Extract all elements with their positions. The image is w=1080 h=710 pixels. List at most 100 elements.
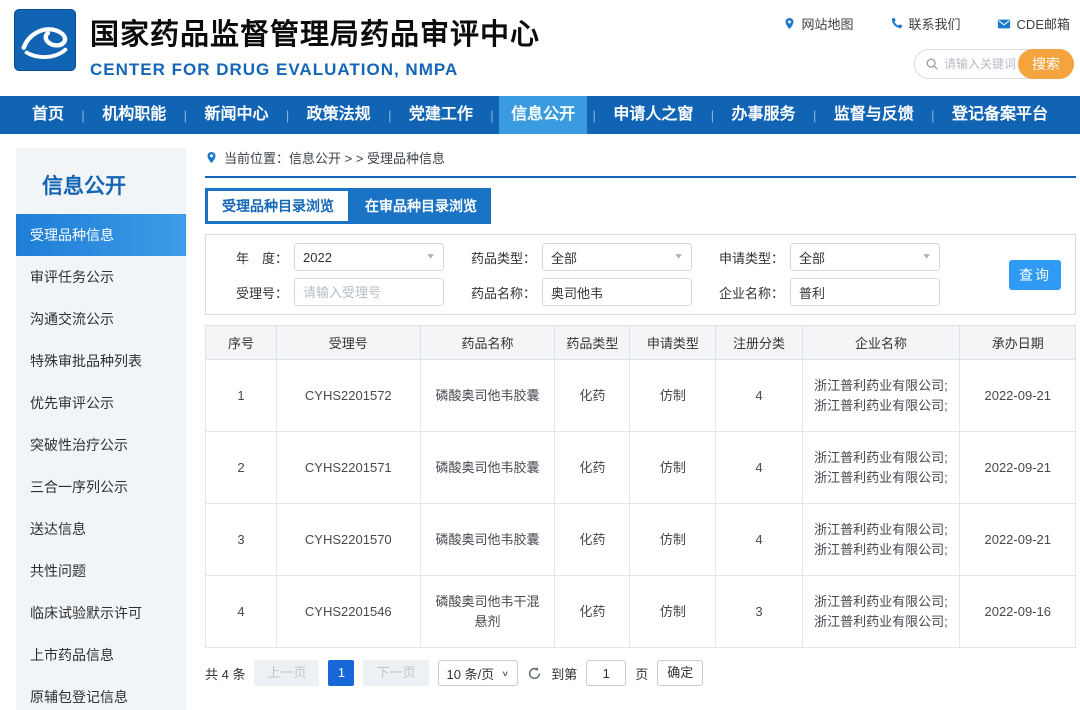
table-cell: 磷酸奥司他韦胶囊 <box>420 504 555 576</box>
breadcrumb-pin-icon <box>205 151 218 164</box>
search-input[interactable] <box>944 57 1020 71</box>
confirm-button[interactable]: 确定 <box>657 660 703 686</box>
sidebar-item-10[interactable]: 临床试验默示许可 <box>16 592 186 634</box>
current-page-button[interactable]: 1 <box>328 660 354 686</box>
table-cell: 仿制 <box>630 576 716 648</box>
nav-item-3[interactable]: 新闻中心 <box>192 96 280 134</box>
column-header-2: 受理号 <box>276 326 420 360</box>
main-nav: 首页|机构职能|新闻中心|政策法规|党建工作|信息公开|申请人之窗|办事服务|监… <box>0 96 1080 134</box>
apply-type-select[interactable]: 全部 ▼ <box>790 243 940 271</box>
table-cell: 磷酸奥司他韦胶囊 <box>420 360 555 432</box>
column-header-3: 药品名称 <box>420 326 555 360</box>
table-cell: 化药 <box>555 576 630 648</box>
nav-separator: | <box>813 108 816 123</box>
nav-item-9[interactable]: 监督与反馈 <box>822 96 926 134</box>
sidebar-list: 受理品种信息审评任务公示沟通交流公示特殊审批品种列表优先审评公示突破性治疗公示三… <box>16 214 186 710</box>
nav-separator: | <box>931 108 934 123</box>
mail-icon <box>997 17 1011 31</box>
sidebar-item-11[interactable]: 上市药品信息 <box>16 634 186 676</box>
table-cell: CYHS2201570 <box>276 504 420 576</box>
chevron-down-icon: ▼ <box>425 252 436 260</box>
sidebar-item-9[interactable]: 共性问题 <box>16 550 186 592</box>
drug-type-select[interactable]: 全部 ▼ <box>542 243 692 271</box>
nav-separator: | <box>388 108 391 123</box>
table-row: 4CYHS2201546磷酸奥司他韦干混悬剂化药仿制3浙江普利药业有限公司;浙江… <box>206 576 1076 648</box>
table-cell: CYHS2201546 <box>276 576 420 648</box>
results-table: 序号受理号药品名称药品类型申请类型注册分类企业名称承办日期 1CYHS22015… <box>205 325 1076 648</box>
sidebar-item-4[interactable]: 特殊审批品种列表 <box>16 340 186 382</box>
table-cell: 2022-09-21 <box>960 360 1076 432</box>
table-cell: 2022-09-21 <box>960 504 1076 576</box>
cde-mail-label: CDE邮箱 <box>1017 14 1070 33</box>
nav-item-4[interactable]: 政策法规 <box>295 96 383 134</box>
sitemap-link[interactable]: 网站地图 <box>783 14 854 33</box>
prev-page-button[interactable]: 上一页 <box>254 660 319 686</box>
company-input[interactable] <box>790 278 940 306</box>
accept-no-filter-group: 受理号： <box>218 278 444 306</box>
query-button[interactable]: 查询 <box>1009 260 1061 290</box>
search-button[interactable]: 搜索 <box>1018 49 1074 79</box>
table-cell: 2022-09-16 <box>960 576 1076 648</box>
drug-name-input[interactable] <box>542 278 692 306</box>
drug-type-select-value: 全部 <box>551 248 577 267</box>
company-filter-group: 企业名称： <box>714 278 940 306</box>
goto-page-input[interactable] <box>586 660 626 686</box>
column-header-7: 企业名称 <box>802 326 960 360</box>
table-cell: 仿制 <box>630 504 716 576</box>
cde-mail-link[interactable]: CDE邮箱 <box>997 14 1070 33</box>
accept-no-label: 受理号： <box>218 283 288 302</box>
nav-separator: | <box>490 108 493 123</box>
sidebar-title: 信息公开 <box>16 148 186 214</box>
contact-label: 联系我们 <box>909 14 961 33</box>
breadcrumb-text: 当前位置：信息公开 > > 受理品种信息 <box>224 148 445 167</box>
site-subtitle: CENTER FOR DRUG EVALUATION, NMPA <box>90 60 540 80</box>
goto-suffix-label: 页 <box>635 664 648 683</box>
sidebar-item-5[interactable]: 优先审评公示 <box>16 382 186 424</box>
tab-accepted-catalog[interactable]: 受理品种目录浏览 <box>208 191 348 221</box>
page-size-select[interactable]: 10 条/页 ∨ <box>438 660 519 686</box>
table-cell: 浙江普利药业有限公司;浙江普利药业有限公司; <box>802 576 960 648</box>
nav-item-7[interactable]: 申请人之窗 <box>601 96 705 134</box>
nav-item-8[interactable]: 办事服务 <box>720 96 808 134</box>
next-page-button[interactable]: 下一页 <box>363 660 428 686</box>
sidebar-item-2[interactable]: 审评任务公示 <box>16 256 186 298</box>
table-cell: 化药 <box>555 360 630 432</box>
chevron-down-icon: ▼ <box>921 252 932 260</box>
apply-type-filter-group: 申请类型： 全部 ▼ <box>714 243 940 271</box>
table-cell: 仿制 <box>630 432 716 504</box>
table-row: 2CYHS2201571磷酸奥司他韦胶囊化药仿制4浙江普利药业有限公司;浙江普利… <box>206 432 1076 504</box>
nav-item-5[interactable]: 党建工作 <box>397 96 485 134</box>
main-content: 当前位置：信息公开 > > 受理品种信息 受理品种目录浏览 在审品种目录浏览 年… <box>205 148 1076 686</box>
refresh-icon[interactable] <box>527 666 542 681</box>
table-cell: 浙江普利药业有限公司;浙江普利药业有限公司; <box>802 432 960 504</box>
goto-label: 到第 <box>551 664 577 683</box>
nav-item-6[interactable]: 信息公开 <box>499 96 587 134</box>
sidebar-item-3[interactable]: 沟通交流公示 <box>16 298 186 340</box>
drug-type-filter-group: 药品类型： 全部 ▼ <box>466 243 692 271</box>
table-cell: 4 <box>716 432 802 504</box>
sidebar-item-6[interactable]: 突破性治疗公示 <box>16 424 186 466</box>
contact-link[interactable]: 联系我们 <box>890 14 961 33</box>
table-cell: 3 <box>716 576 802 648</box>
table-cell: 化药 <box>555 504 630 576</box>
accept-no-input[interactable] <box>294 278 444 306</box>
nav-item-1[interactable]: 首页 <box>20 96 76 134</box>
tab-under-review-catalog[interactable]: 在审品种目录浏览 <box>351 188 491 224</box>
total-count-label: 共 4 条 <box>205 664 245 683</box>
nav-item-2[interactable]: 机构职能 <box>90 96 178 134</box>
sidebar-item-1[interactable]: 受理品种信息 <box>16 214 186 256</box>
year-select[interactable]: 2022 ▼ <box>294 243 444 271</box>
sidebar-item-7[interactable]: 三合一序列公示 <box>16 466 186 508</box>
site-title: 国家药品监督管理局药品审评中心 <box>90 11 540 53</box>
sidebar-item-12[interactable]: 原辅包登记信息 <box>16 676 186 710</box>
table-cell: CYHS2201571 <box>276 432 420 504</box>
chevron-down-icon: ∨ <box>501 668 509 677</box>
column-header-1: 序号 <box>206 326 277 360</box>
site-header: 国家药品监督管理局药品审评中心 CENTER FOR DRUG EVALUATI… <box>0 0 1080 96</box>
nav-separator: | <box>593 108 596 123</box>
nav-item-10[interactable]: 登记备案平台 <box>940 96 1060 134</box>
sidebar-item-8[interactable]: 送达信息 <box>16 508 186 550</box>
swan-logo-icon <box>14 9 76 71</box>
table-cell: 4 <box>206 576 277 648</box>
column-header-6: 注册分类 <box>716 326 802 360</box>
